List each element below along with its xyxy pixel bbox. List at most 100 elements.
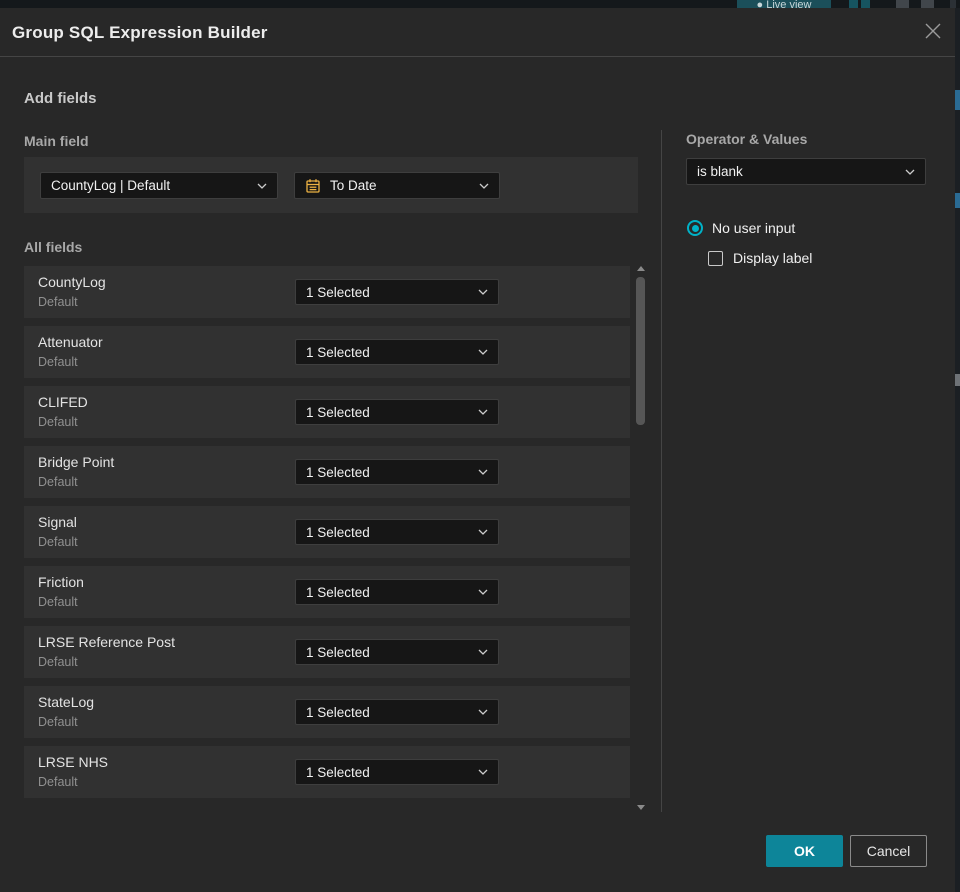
field-row-signal: Signal Default 1 Selected bbox=[24, 506, 630, 558]
radio-selected-icon bbox=[687, 220, 703, 236]
field-subtitle: Default bbox=[38, 775, 78, 789]
operator-dropdown[interactable]: is blank bbox=[686, 158, 926, 185]
add-fields-heading: Add fields bbox=[24, 90, 97, 107]
main-field-dropdown[interactable]: CountyLog | Default bbox=[40, 172, 278, 199]
field-subtitle: Default bbox=[38, 655, 78, 669]
cancel-button[interactable]: Cancel bbox=[850, 835, 927, 867]
field-values-dropdown-value: 1 Selected bbox=[306, 644, 370, 660]
calendar-icon bbox=[305, 178, 321, 194]
ok-button[interactable]: OK bbox=[766, 835, 843, 867]
field-row-lrse-nhs: LRSE NHS Default 1 Selected bbox=[24, 746, 630, 798]
main-field-dropdown-value: CountyLog | Default bbox=[51, 178, 171, 193]
background-edge-chip bbox=[955, 193, 960, 208]
no-user-input-radio[interactable]: No user input bbox=[687, 220, 795, 236]
field-values-dropdown-value: 1 Selected bbox=[306, 704, 370, 720]
main-field-panel: CountyLog | Default To Date bbox=[24, 157, 638, 213]
chevron-down-icon bbox=[257, 183, 267, 189]
field-values-dropdown[interactable]: 1 Selected bbox=[295, 699, 499, 725]
field-values-dropdown[interactable]: 1 Selected bbox=[295, 759, 499, 785]
chevron-down-icon bbox=[478, 409, 488, 415]
background-toolbar-button bbox=[896, 0, 909, 8]
field-subtitle: Default bbox=[38, 475, 78, 489]
field-values-dropdown[interactable]: 1 Selected bbox=[295, 339, 499, 365]
field-subtitle: Default bbox=[38, 355, 78, 369]
field-values-dropdown[interactable]: 1 Selected bbox=[295, 519, 499, 545]
field-row-lrse-reference-post: LRSE Reference Post Default 1 Selected bbox=[24, 626, 630, 678]
field-values-dropdown-value: 1 Selected bbox=[306, 464, 370, 480]
chevron-down-icon bbox=[478, 469, 488, 475]
background-app-edge bbox=[955, 8, 960, 892]
field-name: Signal bbox=[38, 514, 77, 530]
chevron-down-icon bbox=[478, 709, 488, 715]
field-subtitle: Default bbox=[38, 415, 78, 429]
field-row-countylog: CountyLog Default 1 Selected bbox=[24, 266, 630, 318]
field-values-dropdown[interactable]: 1 Selected bbox=[295, 459, 499, 485]
field-row-clifed: CLIFED Default 1 Selected bbox=[24, 386, 630, 438]
field-name: CountyLog bbox=[38, 274, 106, 290]
field-values-dropdown[interactable]: 1 Selected bbox=[295, 579, 499, 605]
field-values-dropdown-value: 1 Selected bbox=[306, 524, 370, 540]
group-sql-expression-builder-dialog: Group SQL Expression Builder Add fields … bbox=[0, 8, 955, 892]
field-values-dropdown[interactable]: 1 Selected bbox=[295, 639, 499, 665]
field-name: CLIFED bbox=[38, 394, 88, 410]
operator-values-heading: Operator & Values bbox=[686, 131, 808, 147]
field-values-dropdown[interactable]: 1 Selected bbox=[295, 399, 499, 425]
field-values-dropdown-value: 1 Selected bbox=[306, 404, 370, 420]
field-name: Friction bbox=[38, 574, 84, 590]
date-field-dropdown[interactable]: To Date bbox=[294, 172, 500, 199]
background-toolbar-button bbox=[950, 0, 956, 8]
field-row-attenuator: Attenuator Default 1 Selected bbox=[24, 326, 630, 378]
field-name: Attenuator bbox=[38, 334, 103, 350]
no-user-input-label: No user input bbox=[712, 220, 796, 236]
display-label-checkbox[interactable]: Display label bbox=[708, 250, 812, 266]
close-icon bbox=[923, 21, 943, 46]
live-view-label: Live view bbox=[766, 0, 812, 8]
field-row-friction: Friction Default 1 Selected bbox=[24, 566, 630, 618]
chevron-down-icon bbox=[478, 289, 488, 295]
live-view-button[interactable]: ● Live view bbox=[737, 0, 831, 8]
field-subtitle: Default bbox=[38, 535, 78, 549]
field-values-dropdown-value: 1 Selected bbox=[306, 584, 370, 600]
operator-dropdown-value: is blank bbox=[697, 164, 743, 179]
dialog-titlebar: Group SQL Expression Builder bbox=[0, 8, 955, 57]
chevron-down-icon bbox=[479, 183, 489, 189]
chevron-down-icon bbox=[478, 649, 488, 655]
background-edge-chip bbox=[955, 374, 960, 386]
field-row-statelog: StateLog Default 1 Selected bbox=[24, 686, 630, 738]
chevron-down-icon bbox=[478, 589, 488, 595]
chevron-down-icon bbox=[478, 349, 488, 355]
all-fields-heading: All fields bbox=[24, 239, 83, 255]
background-toolbar-button bbox=[849, 0, 858, 8]
field-row-bridge-point: Bridge Point Default 1 Selected bbox=[24, 446, 630, 498]
field-values-dropdown[interactable]: 1 Selected bbox=[295, 279, 499, 305]
background-toolbar-button bbox=[861, 0, 870, 8]
checkbox-unchecked-icon bbox=[708, 250, 723, 266]
field-name: StateLog bbox=[38, 694, 95, 710]
field-values-dropdown-value: 1 Selected bbox=[306, 344, 370, 360]
field-subtitle: Default bbox=[38, 595, 78, 609]
field-subtitle: Default bbox=[38, 715, 78, 729]
live-view-dot-icon: ● bbox=[756, 0, 764, 8]
background-app-toolbar: ● Live view bbox=[0, 0, 960, 8]
close-button[interactable] bbox=[919, 19, 947, 47]
dialog-title: Group SQL Expression Builder bbox=[12, 23, 268, 42]
scrollbar-thumb[interactable] bbox=[636, 277, 645, 425]
fields-list-scrollbar[interactable] bbox=[635, 264, 647, 812]
field-name: LRSE NHS bbox=[38, 754, 109, 770]
main-field-heading: Main field bbox=[24, 133, 89, 149]
chevron-down-icon bbox=[905, 169, 915, 175]
background-edge-chip bbox=[955, 90, 960, 110]
field-values-dropdown-value: 1 Selected bbox=[306, 764, 370, 780]
date-field-dropdown-value: To Date bbox=[330, 178, 377, 193]
field-subtitle: Default bbox=[38, 295, 78, 309]
panel-divider bbox=[661, 130, 662, 812]
background-toolbar-button bbox=[921, 0, 934, 8]
scrollbar-down-arrow-icon[interactable] bbox=[637, 805, 645, 810]
field-name: LRSE Reference Post bbox=[38, 634, 175, 650]
chevron-down-icon bbox=[478, 529, 488, 535]
field-values-dropdown-value: 1 Selected bbox=[306, 284, 370, 300]
field-name: Bridge Point bbox=[38, 454, 115, 470]
scrollbar-up-arrow-icon[interactable] bbox=[637, 266, 645, 271]
all-fields-list: CountyLog Default 1 Selected Attenuator … bbox=[24, 266, 630, 806]
display-label-label: Display label bbox=[733, 250, 813, 266]
